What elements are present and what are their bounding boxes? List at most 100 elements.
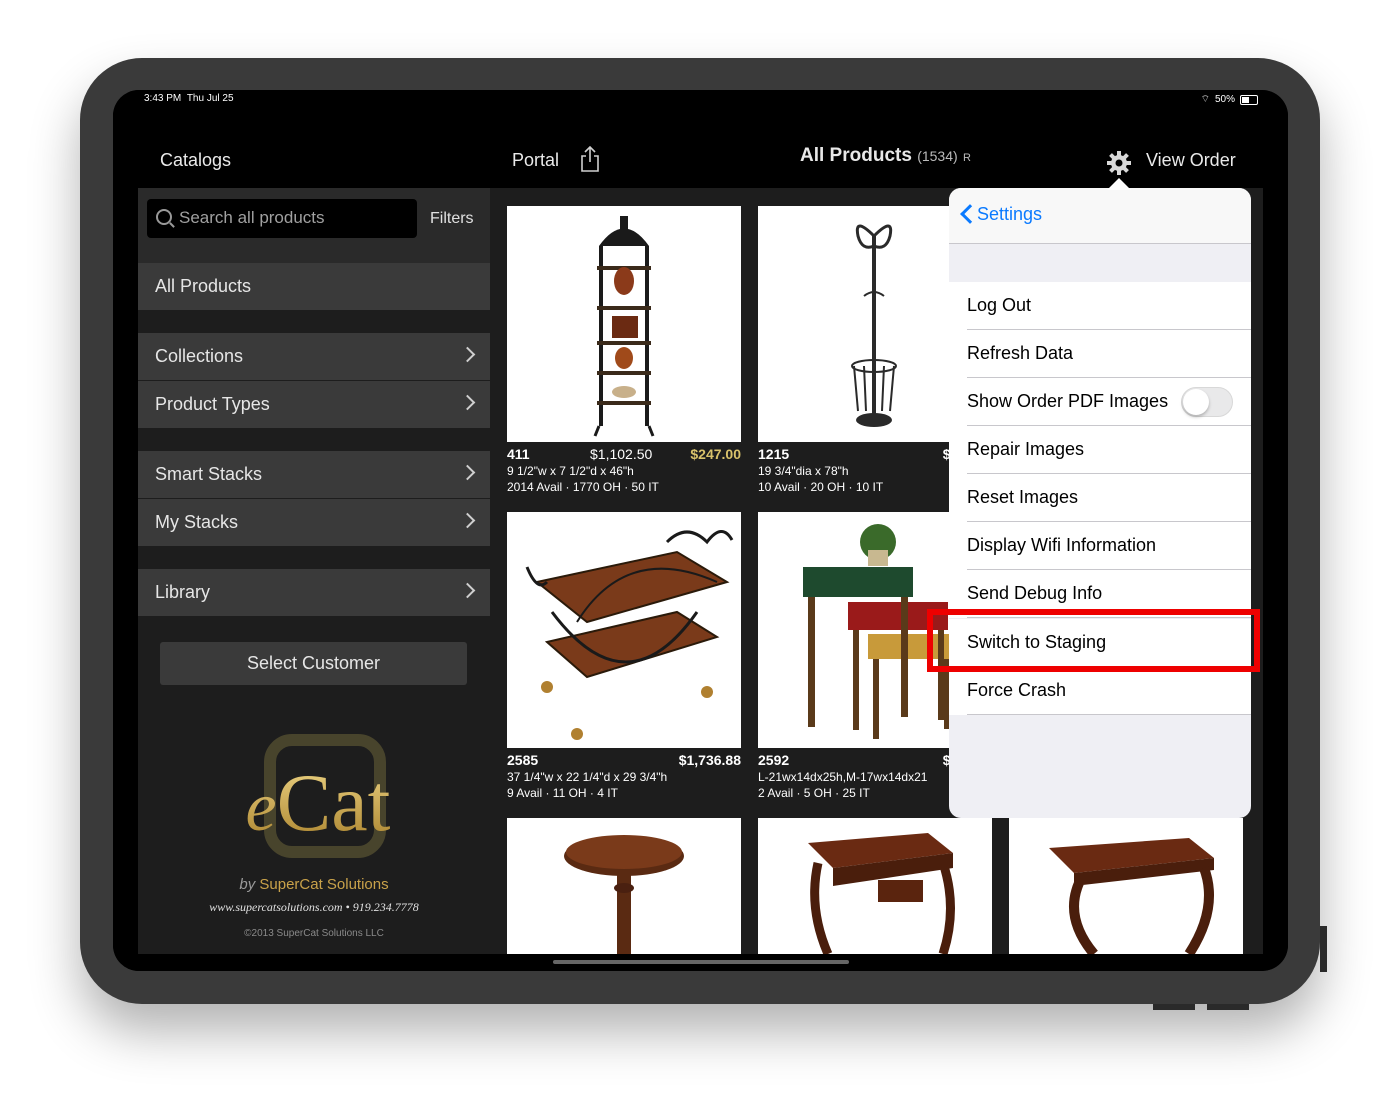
sidebar-item-label: Smart Stacks bbox=[155, 464, 263, 484]
sidebar-item-product-types[interactable]: Product Types bbox=[138, 381, 490, 428]
product-dimensions: 9 1/2"w x 7 1/2"d x 46"h bbox=[507, 464, 634, 478]
menu-item-label: Force Crash bbox=[967, 680, 1067, 700]
accent-table-image bbox=[1049, 838, 1214, 954]
product-id: 1215 bbox=[758, 446, 790, 462]
product-price: $1,102.50 bbox=[590, 446, 653, 462]
sidebar-item-label: Product Types bbox=[155, 394, 270, 414]
menu-item-display-wifi-information[interactable]: Display Wifi Information bbox=[949, 522, 1251, 570]
menu-item-label: Log Out bbox=[967, 295, 1032, 315]
product-id: 2585 bbox=[507, 752, 539, 768]
product-info-2585: 2585 $1,736.88 37 1/4"w x 22 1/4"d x 29 … bbox=[507, 752, 741, 801]
toggle-knob bbox=[1183, 389, 1209, 415]
product-image[interactable] bbox=[758, 818, 992, 954]
volume-button-down bbox=[1207, 1004, 1249, 1010]
product-stock: 9 Avail · 11 OH · 4 IT bbox=[507, 786, 618, 800]
menu-item-label: Reset Images bbox=[967, 487, 1079, 507]
battery-icon bbox=[1240, 94, 1258, 105]
product-stock: 2014 Avail · 1770 OH · 50 IT bbox=[507, 480, 659, 494]
chevron-right-icon bbox=[459, 512, 476, 529]
byline-by: by bbox=[239, 876, 256, 893]
product-sale-price: $247.00 bbox=[690, 446, 741, 462]
product-dimensions: 37 1/4"w x 22 1/4"d x 29 3/4"h bbox=[507, 770, 668, 784]
menu-item-refresh-data[interactable]: Refresh Data bbox=[949, 330, 1251, 378]
sidebar-item-library[interactable]: Library bbox=[138, 569, 490, 616]
sidebar-item-label: All Products bbox=[155, 276, 252, 296]
sidebar-item-my-stacks[interactable]: My Stacks bbox=[138, 499, 490, 546]
copyright: ©2013 SuperCat Solutions LLC bbox=[244, 928, 384, 939]
view-order-button[interactable]: View Order bbox=[1146, 150, 1236, 171]
menu-item-label: Show Order PDF Images bbox=[967, 391, 1169, 411]
menu-item-show-order-pdf-images: Show Order PDF Images bbox=[949, 378, 1251, 426]
chevron-right-icon bbox=[459, 394, 476, 411]
show-order-pdf-images-toggle[interactable] bbox=[1181, 387, 1233, 417]
search-placeholder: Search all products bbox=[179, 208, 325, 227]
tea-cart-image bbox=[525, 530, 734, 740]
volume-button-up bbox=[1153, 1004, 1195, 1010]
menu-item-force-crash[interactable]: Force Crash bbox=[949, 667, 1251, 715]
home-indicator[interactable] bbox=[553, 960, 849, 964]
chevron-right-icon bbox=[459, 346, 476, 363]
product-image[interactable] bbox=[507, 206, 741, 442]
share-icon[interactable] bbox=[579, 146, 601, 172]
screen-bezel: 3:43 PM Thu Jul 25 ⌔ 50% Catalogs Search… bbox=[113, 90, 1288, 971]
product-info-411: 411 $1,102.50 $247.00 9 1/2"w x 7 1/2"d … bbox=[507, 446, 741, 495]
product-dimensions: L-21wx14dx25h,M-17wx14dx21 bbox=[758, 770, 928, 784]
sidebar: Catalogs Search all products Filters All… bbox=[138, 132, 490, 954]
page-title: All Products (1534) R bbox=[800, 145, 971, 167]
menu-item-label: Refresh Data bbox=[967, 343, 1074, 363]
product-id: 411 bbox=[507, 446, 530, 462]
chevron-right-icon bbox=[459, 582, 476, 599]
product-stock: 2 Avail · 5 OH · 25 IT bbox=[758, 786, 870, 800]
highlight-box-switch-to-staging bbox=[927, 609, 1260, 672]
count-suffix: R bbox=[962, 152, 971, 164]
wifi-icon: ⌔ bbox=[1200, 94, 1210, 105]
side-table-image bbox=[808, 833, 955, 954]
select-customer-button[interactable]: Select Customer bbox=[160, 642, 467, 685]
sidebar-item-label: My Stacks bbox=[155, 512, 239, 532]
product-id: 2592 bbox=[758, 752, 790, 768]
popover-nav-bar: Settings bbox=[949, 188, 1251, 244]
chevron-right-icon bbox=[459, 464, 476, 481]
popover-arrow bbox=[1107, 178, 1131, 190]
website-phone: www.supercatsolutions.com • 919.234.7778 bbox=[209, 900, 419, 914]
byline-company: SuperCat Solutions bbox=[259, 876, 389, 893]
search-area: Search all products Filters bbox=[138, 188, 490, 263]
status-right: ⌔ 50% bbox=[1201, 93, 1258, 106]
search-input[interactable]: Search all products bbox=[147, 199, 417, 238]
sidebar-header: Catalogs bbox=[138, 132, 490, 188]
svg-text:eCat: eCat bbox=[246, 757, 391, 848]
status-time: 3:43 PM Thu Jul 25 bbox=[144, 93, 234, 104]
product-info-1215: 1215 $1,3 19 3/4"dia x 78"h 10 Avail · 2… bbox=[758, 446, 970, 495]
status-time-text: 3:43 PM bbox=[144, 93, 182, 104]
sidebar-item-smart-stacks[interactable]: Smart Stacks bbox=[138, 451, 490, 498]
menu-item-label: Send Debug Info bbox=[967, 583, 1103, 603]
page-title-text: All Products bbox=[800, 145, 912, 166]
product-image[interactable] bbox=[507, 512, 741, 748]
settings-popover: Settings Log Out Refresh Data Show Order… bbox=[949, 188, 1251, 818]
sidebar-item-collections[interactable]: Collections bbox=[138, 333, 490, 380]
sidebar-item-all-products[interactable]: All Products bbox=[138, 263, 490, 310]
sidebar-item-label: Collections bbox=[155, 346, 244, 366]
etagere-image bbox=[593, 216, 655, 437]
menu-item-log-out[interactable]: Log Out bbox=[949, 282, 1251, 330]
sidebar-item-label: Library bbox=[155, 582, 211, 602]
filters-button[interactable]: Filters bbox=[430, 210, 474, 228]
sidebar-title[interactable]: Catalogs bbox=[160, 150, 231, 171]
menu-item-reset-images[interactable]: Reset Images bbox=[949, 474, 1251, 522]
gear-icon[interactable] bbox=[1106, 150, 1132, 176]
search-icon bbox=[156, 209, 172, 225]
side-button bbox=[1320, 926, 1327, 972]
product-info-2592: 2592 $1,6 L-21wx14dx25h,M-17wx14dx21 2 A… bbox=[758, 752, 970, 801]
ecat-logo: eCat bbox=[246, 734, 391, 858]
settings-back-button[interactable]: Settings bbox=[977, 204, 1042, 225]
portal-button[interactable]: Portal bbox=[512, 150, 559, 171]
pedestal-table-image bbox=[564, 835, 684, 954]
product-image[interactable] bbox=[1009, 818, 1243, 954]
app-screen: 3:43 PM Thu Jul 25 ⌔ 50% Catalogs Search… bbox=[113, 90, 1288, 971]
product-image[interactable] bbox=[507, 818, 741, 954]
divider bbox=[967, 714, 1251, 715]
menu-item-label: Repair Images bbox=[967, 439, 1085, 459]
main-header: Portal All Products (1534) R View Order bbox=[490, 132, 1263, 188]
battery-percent: 50% bbox=[1214, 94, 1235, 105]
menu-item-repair-images[interactable]: Repair Images bbox=[949, 426, 1251, 474]
